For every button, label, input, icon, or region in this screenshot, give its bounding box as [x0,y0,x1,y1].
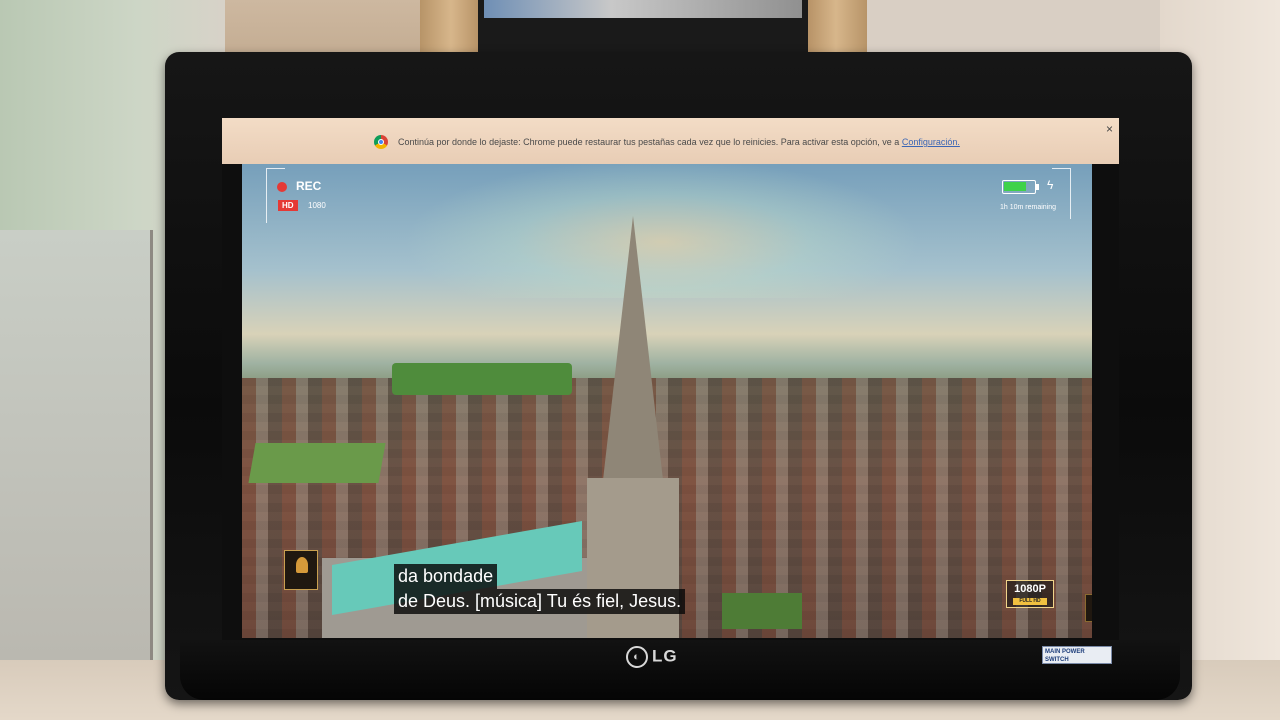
subtitles: da bondade de Deus. [música] Tu és fiel,… [394,564,686,614]
tv-bottom-bezel [180,640,1180,700]
infobar-text: Continúa por donde lo dejaste: Chrome pu… [398,137,900,147]
garden [722,593,802,629]
hd-badge: HD [278,200,298,211]
subtitle-line-2: de Deus. [música] Tu és fiel, Jesus. [394,589,686,614]
channel-logo [284,550,318,590]
charging-bolt-icon: ϟ [1047,178,1054,192]
quality-sub-label: FULL HD [1013,598,1047,605]
cathedral-tower [587,478,679,638]
battery-frame-corner [1052,168,1071,219]
battery-fill [1004,182,1026,191]
close-icon[interactable]: × [1106,122,1113,136]
rec-label: REC [296,179,322,193]
lg-circle-icon: ◐ [626,646,648,668]
video-frame[interactable]: REC HD 1080 ϟ 1h 10m remaining 1080P FUL… [242,148,1092,638]
rec-frame-corner [266,168,285,223]
settings-link[interactable]: Configuración. [902,137,960,147]
battery-icon [1002,180,1036,194]
sticker-line-2: SWITCH [1045,657,1069,663]
record-dot-icon [277,182,287,192]
tv-brand-logo: ◐ LG [626,646,678,668]
green-field-2 [248,443,386,483]
resolution-label: 1080 [308,201,326,210]
sticker-line-1: MAIN POWER [1045,649,1085,655]
chrome-restore-infobar: Continúa por donde lo dejaste: Chrome pu… [222,118,1119,164]
quality-badge: 1080P FULL HD [1006,580,1054,608]
chrome-logo-icon [374,135,388,149]
cathedral-spire [603,216,663,480]
battery-tip [1036,184,1039,190]
quality-label: 1080P [1014,583,1046,595]
infobar-message: Continúa por donde lo dejaste: Chrome pu… [398,137,960,147]
subtitle-line-1: da bondade [394,564,498,589]
battery-remaining: 1h 10m remaining [1000,204,1057,211]
background-monitor-screen [484,0,802,18]
mirror-panel [0,230,153,720]
power-switch-sticker: MAIN POWER SWITCH [1042,646,1112,664]
tv-brand-text: LG [652,646,678,666]
green-field [392,363,572,395]
tv-screen: REC HD 1080 ϟ 1h 10m remaining 1080P FUL… [222,118,1119,640]
mini-channel-logo [1085,594,1092,622]
